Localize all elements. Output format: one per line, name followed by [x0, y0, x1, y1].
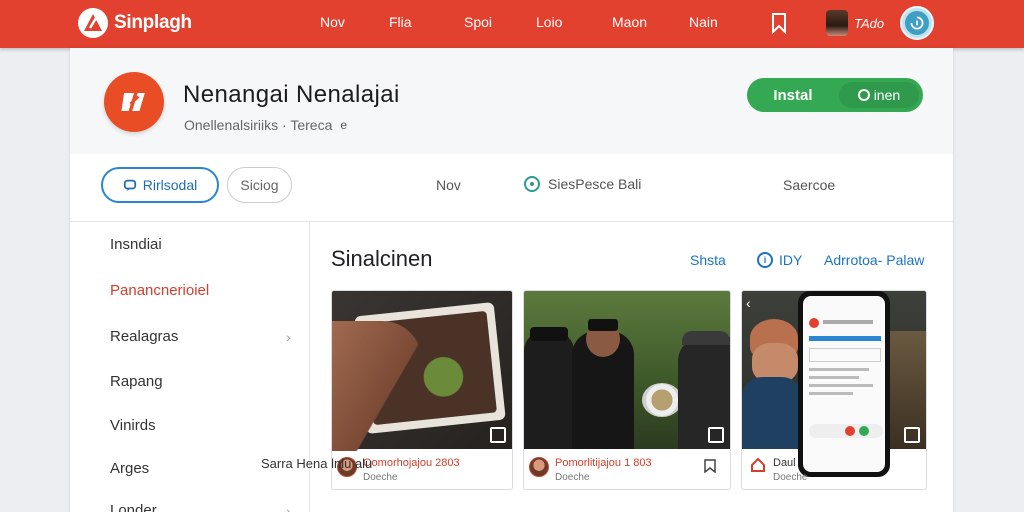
- chevron-right-icon: ›: [286, 329, 291, 345]
- nav-item[interactable]: Maon: [612, 14, 647, 30]
- section-title: Sinalcinen: [331, 246, 433, 271]
- screenshot-title: Pomorlitijajou 1 803: [555, 457, 652, 469]
- screenshot-image: [332, 291, 512, 451]
- app-subtitle: Onellenalsiriiks · Tereca e: [184, 117, 347, 133]
- developer-name[interactable]: Onellenalsiriiks · Tereca: [184, 117, 332, 133]
- sidebar-item[interactable]: Londer: [110, 502, 157, 512]
- user-name: TAdo: [854, 15, 885, 31]
- expand-icon: [904, 427, 920, 443]
- screenshot-title: Oomorhojajou 2803: [363, 457, 460, 469]
- screenshot-footer: Pomorlitijajou 1 803 Doeche: [524, 449, 730, 489]
- screenshot-subtitle: Doeche: [555, 472, 590, 483]
- screenshot-image: ‹: [742, 291, 926, 477]
- screenshot-image: [524, 291, 730, 449]
- sidebar-item[interactable]: Realagras: [110, 328, 178, 345]
- bookmark-icon[interactable]: [704, 459, 716, 473]
- share-link[interactable]: Shsta: [690, 252, 726, 268]
- screenshot-subtitle: Doeche: [773, 472, 808, 483]
- profile-icon[interactable]: [900, 6, 934, 40]
- nav-item[interactable]: Flia: [389, 14, 412, 30]
- tab-bar: Rirlsodal Siciog Nov SiesPesce Bali Saer…: [70, 154, 953, 222]
- nav-item[interactable]: Nain: [689, 14, 718, 30]
- avatar: [529, 457, 549, 477]
- info-label: IDY: [779, 252, 803, 268]
- sidebar-item[interactable]: Insndiai: [110, 236, 162, 253]
- install-option-label: inen: [873, 87, 901, 103]
- install-group: Instal inen: [747, 78, 923, 112]
- screenshot-subtitle: Doeche: [363, 472, 398, 483]
- tab-with-icon[interactable]: SiesPesce Bali: [524, 176, 641, 192]
- tab-active[interactable]: Rirlsodal: [101, 167, 219, 203]
- nav-item[interactable]: Loio: [536, 14, 562, 30]
- nav-item[interactable]: Spoi: [464, 14, 492, 30]
- app-header: Nenangai Nenalajai Onellenalsiriiks · Te…: [70, 48, 953, 154]
- screenshot-card[interactable]: Pomorlitijajou 1 803 Doeche: [523, 290, 731, 490]
- expand-icon: [708, 427, 724, 443]
- tab-label: SiesPesce Bali: [548, 176, 642, 192]
- sidebar-item[interactable]: Rapang: [110, 373, 163, 390]
- tab-second[interactable]: Siciog: [227, 167, 292, 203]
- chevron-right-icon: ›: [286, 503, 291, 512]
- sidebar-item[interactable]: Arges: [110, 460, 149, 477]
- tab-right[interactable]: Saercoe: [783, 177, 835, 193]
- sidebar-item[interactable]: Vinirds: [110, 417, 156, 434]
- tab-middle[interactable]: Nov: [436, 177, 461, 193]
- screenshot-title: Daul: [773, 457, 796, 469]
- user-chip[interactable]: TAdo: [826, 10, 884, 36]
- app-title: Nenangai Nenalajai: [183, 81, 400, 108]
- top-bar: Sinplagh Nov Flia Spoi Loio Maon Nain TA…: [0, 0, 1024, 48]
- back-arrow-icon: ‹: [746, 295, 751, 311]
- screenshot-footer: Daul Doeche: [742, 449, 926, 489]
- tab-label: Rirlsodal: [142, 177, 198, 193]
- target-icon: [524, 176, 540, 192]
- circle-icon: [857, 89, 870, 101]
- app-logo-icon: [104, 72, 164, 132]
- chat-icon: [123, 179, 136, 192]
- bookmark-icon[interactable]: [770, 12, 788, 35]
- bottom-peek-text: Sarra Hena lnlu alu: [261, 456, 373, 471]
- home-icon: [751, 457, 765, 472]
- subtitle-mark: e: [340, 118, 348, 132]
- content-area: Sinalcinen Shsta i IDY Adrrotoa- Palaw O…: [310, 222, 953, 512]
- install-options-button[interactable]: inen: [838, 82, 919, 108]
- avatar: [826, 10, 848, 36]
- nav-item[interactable]: Nov: [320, 14, 345, 30]
- install-button[interactable]: Instal: [747, 78, 839, 112]
- info-link[interactable]: i IDY: [757, 252, 802, 268]
- screenshot-card[interactable]: ‹ Daul Doeche: [741, 290, 927, 490]
- info-icon: i: [757, 252, 773, 268]
- sidebar-item-active[interactable]: Panancnerioiel: [110, 282, 209, 299]
- app-details-card: Nenangai Nenalajai Onellenalsiriiks · Te…: [70, 48, 953, 512]
- review-link[interactable]: Adrrotoa- Palaw: [824, 252, 924, 268]
- expand-icon: [490, 427, 506, 443]
